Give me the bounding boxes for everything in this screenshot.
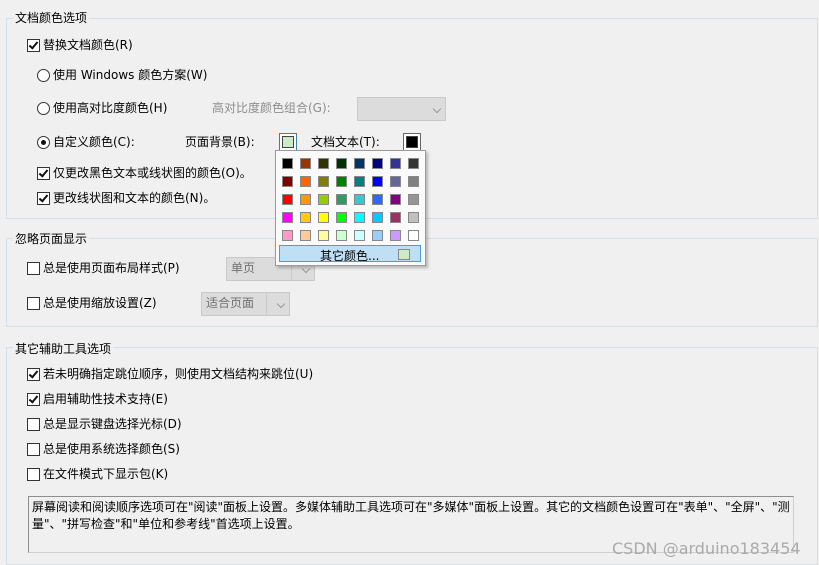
page-layout-value: 单页 [231, 261, 256, 275]
color-picker-popup: 其它颜色... [275, 150, 426, 266]
color-swatch[interactable] [354, 230, 365, 241]
color-swatch[interactable] [408, 212, 419, 223]
color-swatch[interactable] [336, 194, 347, 205]
only-black-label[interactable]: 仅更改黑色文本或线状图的颜色(O)。 [53, 166, 252, 180]
keyboard-cursor-label[interactable]: 总是显示键盘选择光标(D) [43, 417, 182, 431]
tab-order-label[interactable]: 若未明确指定跳位顺序，则使用文档结构来跳位(U) [43, 367, 313, 381]
chevron-down-icon [276, 299, 286, 309]
color-swatch[interactable] [390, 212, 401, 223]
color-swatch[interactable] [372, 230, 383, 241]
assistive-tech-checkbox[interactable] [27, 393, 40, 406]
page-layout-label[interactable]: 总是使用页面布局样式(P) [43, 261, 180, 275]
color-swatch[interactable] [318, 158, 329, 169]
zoom-setting-label[interactable]: 总是使用缩放设置(Z) [43, 296, 157, 310]
color-swatch[interactable] [390, 158, 401, 169]
tab-order-checkbox[interactable] [27, 368, 40, 381]
chevron-down-icon [432, 104, 442, 114]
zoom-setting-checkbox[interactable] [27, 297, 40, 310]
high-contrast-label[interactable]: 使用高对比度颜色(H) [53, 101, 167, 115]
doc-colors-title: 文档颜色选项 [13, 9, 90, 26]
color-swatch[interactable] [372, 176, 383, 187]
document-mode-checkbox[interactable] [27, 468, 40, 481]
color-swatch[interactable] [408, 176, 419, 187]
current-color-chip [398, 249, 410, 260]
color-swatch[interactable] [300, 158, 311, 169]
custom-colors-label[interactable]: 自定义颜色(C): [53, 135, 135, 149]
doc-text-label: 文档文本(T): [311, 135, 380, 149]
doc-text-color-swatch [406, 136, 418, 148]
assistive-tech-label[interactable]: 启用辅助性技术支持(E) [43, 392, 168, 406]
color-swatch[interactable] [372, 158, 383, 169]
doc-text-color-button[interactable] [403, 133, 421, 151]
color-swatch[interactable] [390, 230, 401, 241]
color-swatch[interactable] [408, 158, 419, 169]
color-swatch[interactable] [300, 194, 311, 205]
color-swatch[interactable] [282, 212, 293, 223]
watermark: CSDN @arduino183454 [612, 539, 801, 558]
custom-colors-radio[interactable] [37, 136, 50, 149]
color-swatch[interactable] [282, 176, 293, 187]
more-colors-label: 其它颜色... [320, 249, 380, 263]
zoom-setting-value: 适合页面 [206, 296, 255, 310]
document-mode-label[interactable]: 在文件模式下显示包(K) [43, 467, 168, 481]
high-contrast-combo[interactable] [357, 97, 446, 121]
windows-scheme-radio[interactable] [37, 69, 50, 82]
color-swatch[interactable] [282, 194, 293, 205]
system-selection-label[interactable]: 总是使用系统选择颜色(S) [43, 442, 180, 456]
color-swatch[interactable] [300, 230, 311, 241]
change-line-checkbox[interactable] [37, 192, 50, 205]
color-swatch[interactable] [318, 230, 329, 241]
color-swatch[interactable] [336, 230, 347, 241]
color-swatch[interactable] [336, 158, 347, 169]
color-swatch[interactable] [390, 176, 401, 187]
keyboard-cursor-checkbox[interactable] [27, 418, 40, 431]
replace-colors-label[interactable]: 替换文档颜色(R) [43, 38, 133, 52]
high-contrast-radio[interactable] [37, 102, 50, 115]
page-layout-checkbox[interactable] [27, 262, 40, 275]
color-swatch[interactable] [318, 176, 329, 187]
page-bg-color-swatch [282, 136, 294, 148]
ignore-page-title: 忽略页面显示 [13, 230, 90, 247]
color-swatch[interactable] [354, 194, 365, 205]
windows-scheme-label[interactable]: 使用 Windows 颜色方案(W) [53, 68, 207, 82]
page-bg-label: 页面背景(B): [185, 135, 255, 149]
color-swatch[interactable] [282, 230, 293, 241]
color-swatch[interactable] [300, 212, 311, 223]
color-swatch[interactable] [408, 230, 419, 241]
color-swatch[interactable] [282, 158, 293, 169]
color-swatch[interactable] [390, 194, 401, 205]
accessibility-title: 其它辅助工具选项 [13, 340, 114, 357]
more-colors-button[interactable]: 其它颜色... [279, 245, 421, 263]
combo-separator [266, 293, 267, 315]
change-line-label[interactable]: 更改线状图和文本的颜色(N)。 [53, 191, 215, 205]
color-swatch[interactable] [372, 194, 383, 205]
zoom-setting-combo[interactable]: 适合页面 [201, 292, 290, 316]
color-swatch[interactable] [372, 212, 383, 223]
color-swatch[interactable] [336, 212, 347, 223]
color-swatch[interactable] [354, 212, 365, 223]
color-swatch[interactable] [318, 194, 329, 205]
chevron-down-icon [301, 264, 311, 274]
page-bg-color-button[interactable] [279, 133, 297, 151]
high-contrast-combo-label: 高对比度颜色组合(G): [212, 101, 331, 115]
color-swatch[interactable] [408, 194, 419, 205]
color-swatch[interactable] [300, 176, 311, 187]
only-black-checkbox[interactable] [37, 167, 50, 180]
color-swatch[interactable] [354, 176, 365, 187]
replace-colors-checkbox[interactable] [27, 39, 40, 52]
color-swatch[interactable] [354, 158, 365, 169]
system-selection-checkbox[interactable] [27, 443, 40, 456]
color-swatch[interactable] [318, 212, 329, 223]
color-swatch[interactable] [336, 176, 347, 187]
